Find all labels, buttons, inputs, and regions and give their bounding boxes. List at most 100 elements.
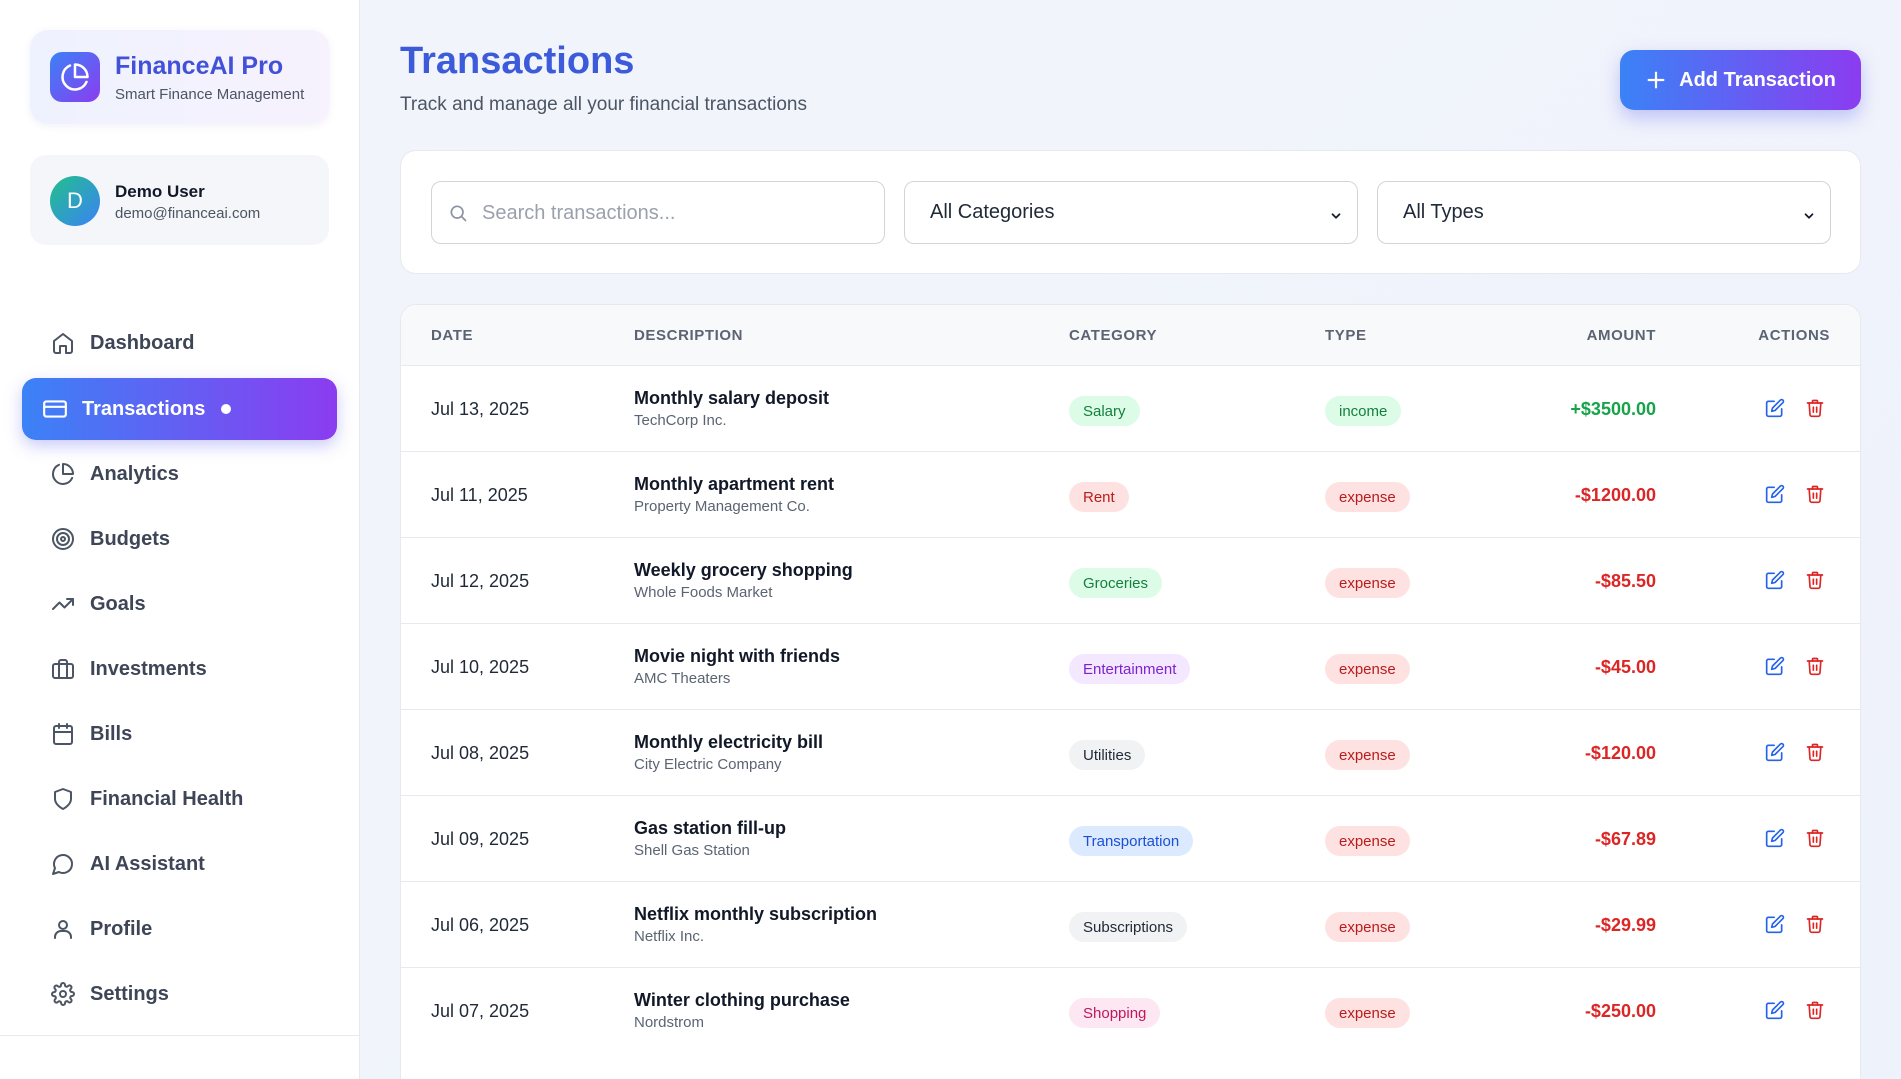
sidebar-item-bills[interactable]: Bills [22,703,337,765]
search-box[interactable] [431,181,885,244]
sidebar-item-label: Analytics [90,462,179,485]
table-header: DATE DESCRIPTION CATEGORY TYPE AMOUNT AC… [401,305,1860,365]
category-badge: Entertainment [1069,654,1191,684]
sidebar-item-analytics[interactable]: Analytics [22,443,337,505]
transaction-amount: -$250.00 [1584,1001,1656,1021]
trash-icon[interactable] [1804,741,1826,763]
user-icon [50,916,76,942]
transaction-amount: -$67.89 [1594,829,1656,849]
gear-icon [50,981,76,1007]
brand-subtitle: Smart Finance Management [115,86,305,103]
search-icon [448,203,468,228]
sidebar-item-transactions[interactable]: Transactions [22,378,337,440]
table-row[interactable]: Jul 12, 2025 Weekly grocery shopping Whole… [401,537,1860,623]
edit-icon[interactable] [1764,483,1786,505]
trash-icon[interactable] [1804,569,1826,591]
transaction-amount: -$120.00 [1584,743,1656,763]
edit-icon[interactable] [1764,569,1786,591]
sidebar-item-profile[interactable]: Profile [22,898,337,960]
edit-icon[interactable] [1764,741,1786,763]
transaction-amount: -$29.99 [1594,915,1656,935]
transaction-date: Jul 12, 2025 [431,571,530,591]
transaction-merchant: Whole Foods Market [634,584,773,601]
column-header-category[interactable]: CATEGORY [1069,327,1157,344]
column-header-amount[interactable]: AMOUNT [1587,327,1656,344]
sidebar-item-label: Goals [90,592,146,615]
trash-icon[interactable] [1804,483,1826,505]
type-badge: expense [1325,654,1410,684]
sidebar-item-goals[interactable]: Goals [22,573,337,635]
category-badge: Utilities [1069,740,1146,770]
transaction-date: Jul 07, 2025 [431,1001,530,1021]
transaction-merchant: Shell Gas Station [634,842,750,859]
type-badge: expense [1325,740,1410,770]
table-row[interactable]: Jul 08, 2025 Monthly electricity bill City… [401,709,1860,795]
chat-bubble-icon [50,851,76,877]
avatar: D [50,176,100,226]
transaction-description: Monthly electricity bill [634,732,824,752]
trash-icon[interactable] [1804,999,1826,1021]
edit-icon[interactable] [1764,913,1786,935]
column-header-description[interactable]: DESCRIPTION [634,327,743,344]
sidebar-item-dashboard[interactable]: Dashboard [22,312,337,374]
category-select[interactable]: All Categories [904,181,1358,244]
table-row[interactable]: Jul 07, 2025 Winter clothing purchase Nord… [401,967,1860,1053]
sidebar-item-label: Bills [90,722,133,745]
transaction-description: Gas station fill-up [634,818,787,838]
category-select-value: All Categories [930,201,1055,223]
sidebar-item-ai-assistant[interactable]: AI Assistant [22,833,337,895]
filters-panel: All Categories All Types [400,150,1861,274]
transaction-merchant: TechCorp Inc. [634,412,727,429]
trash-icon[interactable] [1804,397,1826,419]
column-header-actions: ACTIONS [1758,327,1830,344]
shield-icon [50,786,76,812]
edit-icon[interactable] [1764,397,1786,419]
type-badge: expense [1325,912,1410,942]
edit-icon[interactable] [1764,999,1786,1021]
column-header-date[interactable]: DATE [431,327,473,344]
transaction-description: Movie night with friends [634,646,840,666]
page-title: Transactions [400,40,635,82]
search-input[interactable] [482,194,862,232]
trash-icon[interactable] [1804,827,1826,849]
sidebar-item-label: Financial Health [90,787,244,810]
transaction-amount: -$45.00 [1594,657,1656,677]
pie-chart-logo-icon [50,52,100,102]
trash-icon[interactable] [1804,655,1826,677]
sidebar-item-label: Profile [90,917,153,940]
user-name: Demo User [115,182,205,201]
sidebar-item-settings[interactable]: Settings [22,963,337,1025]
chevron-down-icon [1802,206,1816,229]
transaction-merchant: City Electric Company [634,756,782,773]
transaction-description: Weekly grocery shopping [634,560,853,580]
transaction-amount: +$3500.00 [1570,399,1656,419]
pie-chart-icon [50,461,76,487]
brand-card: FinanceAI Pro Smart Finance Management [30,30,329,124]
user-card[interactable]: D Demo User demo@financeai.com [30,155,329,245]
type-select[interactable]: All Types [1377,181,1831,244]
table-row[interactable]: Jul 13, 2025 Monthly salary deposit TechCo… [401,365,1860,451]
transaction-merchant: AMC Theaters [634,670,731,687]
trash-icon[interactable] [1804,913,1826,935]
sidebar-item-label: Settings [90,982,169,1005]
trending-up-icon [50,591,76,617]
table-row[interactable]: Jul 09, 2025 Gas station fill-up Shell Gas… [401,795,1860,881]
edit-icon[interactable] [1764,655,1786,677]
active-indicator-dot [221,404,232,414]
edit-icon[interactable] [1764,827,1786,849]
user-email: demo@financeai.com [115,205,261,222]
column-header-type[interactable]: TYPE [1325,327,1367,344]
sidebar-item-label: Investments [90,657,207,680]
table-row[interactable]: Jul 10, 2025 Movie night with friends AMC … [401,623,1860,709]
sidebar-item-financial-health[interactable]: Financial Health [22,768,337,830]
briefcase-icon [50,656,76,682]
transaction-merchant: Netflix Inc. [634,928,705,945]
home-icon [50,330,76,356]
calendar-icon [50,721,76,747]
sidebar: FinanceAI Pro Smart Finance Management D… [0,0,360,1079]
sidebar-item-investments[interactable]: Investments [22,638,337,700]
table-row[interactable]: Jul 11, 2025 Monthly apartment rent Proper… [401,451,1860,537]
add-transaction-button[interactable]: Add Transaction [1620,50,1861,110]
sidebar-item-budgets[interactable]: Budgets [22,508,337,570]
table-row[interactable]: Jul 06, 2025 Netflix monthly subscription… [401,881,1860,967]
